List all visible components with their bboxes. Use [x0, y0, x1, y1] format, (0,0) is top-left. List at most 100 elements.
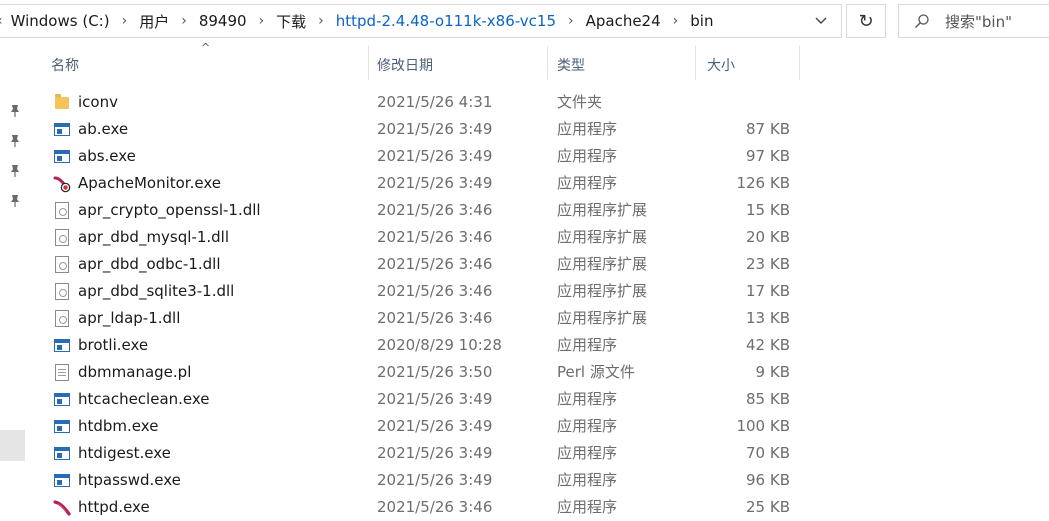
breadcrumb-chevron-icon[interactable]: › — [560, 13, 582, 29]
file-modified-date: 2021/5/26 3:46 — [377, 255, 493, 273]
perl-file-icon — [52, 359, 72, 386]
exe-icon — [52, 116, 72, 143]
column-divider[interactable] — [799, 46, 800, 80]
file-row[interactable]: htdigest.exe 2021/5/26 3:49 应用程序 70 KB — [40, 440, 820, 467]
file-modified-date: 2021/5/26 3:49 — [377, 147, 493, 165]
file-name[interactable]: htdigest.exe — [78, 440, 171, 467]
file-type: 应用程序扩展 — [557, 309, 648, 327]
pin-icon[interactable] — [6, 134, 24, 152]
file-row[interactable]: brotli.exe 2020/8/29 10:28 应用程序 42 KB — [40, 332, 820, 359]
breadcrumb-chevron-icon[interactable]: › — [665, 13, 687, 29]
breadcrumb-chevron-icon[interactable]: › — [310, 13, 332, 29]
file-type: 应用程序扩展 — [557, 282, 648, 300]
file-row[interactable]: ApacheMonitor.exe 2021/5/26 3:49 应用程序 126 K… — [40, 170, 820, 197]
file-modified-date: 2021/5/26 3:49 — [377, 120, 493, 138]
address-bar[interactable]: ‹ Windows (C:) › 用户 › 89490 › 下载 › httpd… — [0, 4, 842, 38]
file-modified-date: 2021/5/26 3:50 — [377, 363, 493, 381]
file-type: 应用程序 — [557, 498, 618, 516]
file-modified-date: 2021/5/26 3:46 — [377, 228, 493, 246]
breadcrumb-apache24[interactable]: Apache24 — [582, 12, 665, 30]
column-header-name[interactable]: 名称 ^ — [40, 41, 369, 86]
file-size: 23 KB — [746, 255, 790, 273]
column-header-name-label: 名称 — [51, 58, 79, 74]
breadcrumb-chevron-icon[interactable]: › — [251, 13, 273, 29]
breadcrumb-chevron-icon[interactable]: › — [173, 13, 195, 29]
file-type: 应用程序 — [557, 444, 618, 462]
file-name[interactable]: iconv — [78, 89, 118, 116]
file-row[interactable]: apr_ldap-1.dll 2021/5/26 3:46 应用程序扩展 13 KB — [40, 305, 820, 332]
address-history-dropdown[interactable] — [801, 5, 841, 37]
file-name[interactable]: htdbm.exe — [78, 413, 158, 440]
file-size: 96 KB — [746, 471, 790, 489]
file-modified-date: 2021/5/26 3:46 — [377, 282, 493, 300]
file-row[interactable]: htcacheclean.exe 2021/5/26 3:49 应用程序 85 KB — [40, 386, 820, 413]
file-type: 应用程序 — [557, 120, 618, 138]
breadcrumb-users[interactable]: 用户 — [135, 11, 173, 32]
pin-icon[interactable] — [6, 164, 24, 182]
apache-monitor-icon — [52, 170, 72, 197]
file-modified-date: 2020/8/29 10:28 — [377, 336, 502, 354]
file-name[interactable]: apr_ldap-1.dll — [78, 305, 180, 332]
file-row[interactable]: htpasswd.exe 2021/5/26 3:49 应用程序 96 KB — [40, 467, 820, 494]
breadcrumb-drive[interactable]: Windows (C:) — [7, 12, 114, 30]
file-name[interactable]: httpd.exe — [78, 494, 150, 521]
pin-icon[interactable] — [6, 194, 24, 212]
file-type: 应用程序 — [557, 390, 618, 408]
dll-icon — [52, 197, 72, 224]
breadcrumb-user[interactable]: 89490 — [195, 12, 251, 30]
file-type: 应用程序 — [557, 417, 618, 435]
file-size: 85 KB — [746, 390, 790, 408]
file-size: 87 KB — [746, 120, 790, 138]
file-row[interactable]: apr_dbd_odbc-1.dll 2021/5/26 3:46 应用程序扩展 23… — [40, 251, 820, 278]
file-row[interactable]: apr_crypto_openssl-1.dll 2021/5/26 3:46 应用… — [40, 197, 820, 224]
file-row[interactable]: abs.exe 2021/5/26 3:49 应用程序 97 KB — [40, 143, 820, 170]
file-row[interactable]: htdbm.exe 2021/5/26 3:49 应用程序 100 KB — [40, 413, 820, 440]
file-size: 15 KB — [746, 201, 790, 219]
column-header-date[interactable]: 修改日期 — [366, 44, 548, 86]
file-row[interactable]: apr_dbd_mysql-1.dll 2021/5/26 3:46 应用程序扩展 2… — [40, 224, 820, 251]
file-modified-date: 2021/5/26 3:49 — [377, 417, 493, 435]
refresh-icon: ↻ — [858, 10, 874, 32]
pin-icon[interactable] — [6, 104, 24, 122]
breadcrumb-bin[interactable]: bin — [686, 12, 717, 30]
nav-selected-item[interactable] — [0, 430, 25, 461]
file-row[interactable]: dbmmanage.pl 2021/5/26 3:50 Perl 源文件 9 KB — [40, 359, 820, 386]
search-box[interactable]: 搜索"bin" — [898, 4, 1049, 38]
column-header-size[interactable]: 大小 — [696, 44, 800, 86]
breadcrumb-chevron-icon[interactable]: › — [114, 13, 136, 29]
column-header-size-label: 大小 — [707, 58, 735, 74]
file-name[interactable]: ab.exe — [78, 116, 128, 143]
column-header-date-label: 修改日期 — [377, 58, 433, 74]
apache-feather-icon — [52, 494, 72, 521]
file-name[interactable]: abs.exe — [78, 143, 136, 170]
search-input[interactable]: 搜索"bin" — [945, 11, 1012, 32]
file-name[interactable]: htpasswd.exe — [78, 467, 181, 494]
file-modified-date: 2021/5/26 3:46 — [377, 498, 493, 516]
file-name[interactable]: apr_dbd_mysql-1.dll — [78, 224, 229, 251]
file-row[interactable]: httpd.exe 2021/5/26 3:46 应用程序 25 KB — [40, 494, 820, 521]
breadcrumb-downloads[interactable]: 下载 — [272, 11, 310, 32]
file-row[interactable]: apr_dbd_sqlite3-1.dll 2021/5/26 3:46 应用程序扩… — [40, 278, 820, 305]
file-size: 20 KB — [746, 228, 790, 246]
file-modified-date: 2021/5/26 3:49 — [377, 174, 493, 192]
breadcrumb-overflow-icon[interactable]: ‹ — [0, 13, 7, 29]
folder-icon — [52, 89, 72, 116]
file-row[interactable]: iconv 2021/5/26 4:31 文件夹 — [40, 89, 820, 116]
chevron-down-icon — [815, 17, 827, 24]
exe-icon — [52, 332, 72, 359]
file-name[interactable]: apr_dbd_odbc-1.dll — [78, 251, 221, 278]
file-row[interactable]: ab.exe 2021/5/26 3:49 应用程序 87 KB — [40, 116, 820, 143]
refresh-button[interactable]: ↻ — [846, 4, 886, 38]
file-name[interactable]: brotli.exe — [78, 332, 148, 359]
file-name[interactable]: dbmmanage.pl — [78, 359, 191, 386]
exe-icon — [52, 143, 72, 170]
column-header-type[interactable]: 类型 — [546, 44, 696, 86]
breadcrumb-httpd[interactable]: httpd-2.4.48-o111k-x86-vc15 — [332, 12, 560, 30]
file-type: 应用程序扩展 — [557, 255, 648, 273]
file-list: iconv 2021/5/26 4:31 文件夹 ab.exe 2021/5/26 3:… — [40, 89, 820, 521]
file-name[interactable]: apr_crypto_openssl-1.dll — [78, 197, 261, 224]
file-name[interactable]: apr_dbd_sqlite3-1.dll — [78, 278, 234, 305]
file-name[interactable]: htcacheclean.exe — [78, 386, 210, 413]
file-name[interactable]: ApacheMonitor.exe — [78, 170, 221, 197]
file-type: 应用程序扩展 — [557, 228, 648, 246]
